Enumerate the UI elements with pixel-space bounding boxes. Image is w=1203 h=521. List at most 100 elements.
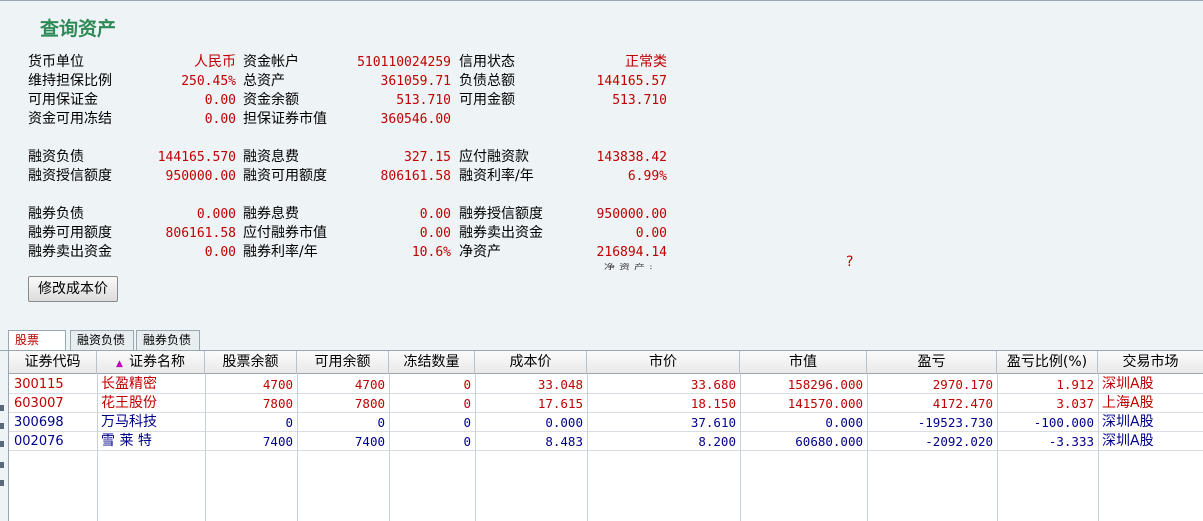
overlapping-label: 净资产: <box>604 263 657 271</box>
summary-value: 806161.58 <box>380 169 451 184</box>
summary-label: 担保证券市值 <box>243 111 327 127</box>
table-row[interactable]: 300698 万马科技 0 0 0 0.000 37.610 0.000 -19523.730 -… <box>9 413 1203 432</box>
column-divider <box>205 374 206 521</box>
column-divider <box>740 374 741 521</box>
summary-label: 融资负债 <box>28 149 84 165</box>
cell-code: 002076 <box>14 434 64 449</box>
cell-market-value: 0.000 <box>825 415 863 430</box>
cell-market-value: 60680.000 <box>795 434 863 449</box>
header-col-pnl-ratio[interactable]: 盈亏比例(%) <box>997 351 1098 374</box>
header-label: 可用余额 <box>314 354 371 370</box>
summary-value: 360546.00 <box>380 112 451 127</box>
summary-value: 216894.14 <box>596 245 667 260</box>
header-col-cost[interactable]: 成本价 <box>475 351 587 374</box>
summary-value: 250.45% <box>181 74 236 89</box>
summary-value: 144165.570 <box>157 150 236 165</box>
header-col-code[interactable]: 证券代码 <box>9 351 97 374</box>
column-divider <box>475 374 476 521</box>
cell-balance: 4700 <box>262 377 293 392</box>
summary-value: 144165.57 <box>596 74 667 89</box>
summary-label: 融券负债 <box>28 206 84 222</box>
summary-label: 可用金额 <box>459 92 515 108</box>
cell-price: 18.150 <box>690 396 736 411</box>
cell-frozen: 0 <box>463 396 471 411</box>
cell-name: 长盈精密 <box>101 376 157 392</box>
summary-label: 可用保证金 <box>28 92 98 108</box>
summary-label: 融券利率/年 <box>243 244 318 260</box>
summary-label: 应付融券市值 <box>243 225 327 241</box>
header-col-available[interactable]: 可用余额 <box>297 351 389 374</box>
edge-tick <box>0 480 4 486</box>
summary-label: 融资授信额度 <box>28 168 112 184</box>
header-col-pnl[interactable]: 盈亏 <box>867 351 997 374</box>
tab-securities-lending-liability[interactable]: 融券负债 <box>136 330 200 350</box>
summary-label: 资金帐户 <box>243 54 299 70</box>
column-divider <box>587 374 588 521</box>
tab-stocks[interactable]: 股票 <box>8 330 66 351</box>
header-label: 证券代码 <box>24 354 81 370</box>
cell-cost: 33.048 <box>537 377 583 392</box>
summary-label: 总资产 <box>243 73 285 89</box>
header-col-name[interactable]: ▲ 证券名称 <box>97 351 205 374</box>
sort-ascending-icon[interactable]: ▲ <box>116 359 123 369</box>
summary-label: 信用状态 <box>459 54 515 70</box>
page-title: 查询资产 <box>40 18 117 40</box>
cell-cost: 17.615 <box>537 396 583 411</box>
summary-value: 0.000 <box>196 207 236 222</box>
column-divider <box>1098 374 1099 521</box>
column-divider <box>867 374 868 521</box>
column-divider <box>389 374 390 521</box>
cell-available: 4700 <box>354 377 385 392</box>
summary-label: 融资利率/年 <box>459 168 534 184</box>
summary-value: 950000.00 <box>596 207 667 222</box>
cell-pnl-ratio: -3.333 <box>1048 434 1094 449</box>
summary-label: 融券息费 <box>243 206 299 222</box>
cell-frozen: 0 <box>463 415 471 430</box>
cell-code: 300115 <box>14 377 64 392</box>
header-label: 市值 <box>789 354 817 370</box>
cell-price: 37.610 <box>690 415 736 430</box>
summary-value: 0.00 <box>204 93 236 108</box>
positions-table[interactable]: 证券代码 ▲ 证券名称 股票余额 可用余额 冻结数量 成本价 市价 市值 盈亏 盈亏比例(%) 交易市… <box>8 351 1203 521</box>
header-label: 盈亏比例(%) <box>1006 354 1088 370</box>
summary-label: 应付融资款 <box>459 149 529 165</box>
summary-value: 950000.00 <box>165 169 236 184</box>
cell-pnl: 4172.470 <box>932 396 993 411</box>
summary-value: 806161.58 <box>165 226 236 241</box>
cell-name: 万马科技 <box>101 414 157 430</box>
summary-value: 513.710 <box>612 93 667 108</box>
cell-frozen: 0 <box>463 434 471 449</box>
modify-cost-price-button[interactable]: 修改成本价 <box>28 276 118 302</box>
table-row[interactable]: 300115 长盈精密 4700 4700 0 33.048 33.680 158296.00… <box>9 375 1203 394</box>
summary-label: 融券授信额度 <box>459 206 543 222</box>
summary-value: 0.00 <box>419 207 451 222</box>
header-col-balance[interactable]: 股票余额 <box>205 351 297 374</box>
header-col-price[interactable]: 市价 <box>587 351 740 374</box>
summary-label: 净资产 <box>459 244 501 260</box>
cell-code: 300698 <box>14 415 64 430</box>
summary-value: 510110024259 <box>357 55 451 70</box>
column-divider <box>997 374 998 521</box>
cell-cost: 8.483 <box>545 434 583 449</box>
cell-available: 7800 <box>354 396 385 411</box>
summary-value: 0.00 <box>204 112 236 127</box>
summary-value: 513.710 <box>396 93 451 108</box>
header-col-frozen[interactable]: 冻结数量 <box>389 351 475 374</box>
cell-balance: 0 <box>285 415 293 430</box>
tab-margin-financing-liability[interactable]: 融资负债 <box>70 330 134 350</box>
table-row[interactable]: 002076 雪 莱 特 7400 7400 0 8.483 8.200 60680.000 -… <box>9 432 1203 451</box>
header-col-market[interactable]: 交易市场 <box>1098 351 1203 374</box>
cell-available: 7400 <box>354 434 385 449</box>
header-label: 市价 <box>649 354 677 370</box>
cell-pnl: -2092.020 <box>925 434 993 449</box>
table-row[interactable]: 603007 花王股份 7800 7800 0 17.615 18.150 141570.00… <box>9 394 1203 413</box>
summary-label: 融券卖出资金 <box>459 225 543 241</box>
header-label: 成本价 <box>509 354 552 370</box>
summary-label: 资金可用冻结 <box>28 111 112 127</box>
summary-label: 负债总额 <box>459 73 515 89</box>
header-col-market-value[interactable]: 市值 <box>740 351 867 374</box>
cell-name: 花王股份 <box>101 395 157 411</box>
summary-value: 正常类 <box>625 54 667 70</box>
summary-label: 融券可用额度 <box>28 225 112 241</box>
cell-name: 雪 莱 特 <box>101 433 152 449</box>
